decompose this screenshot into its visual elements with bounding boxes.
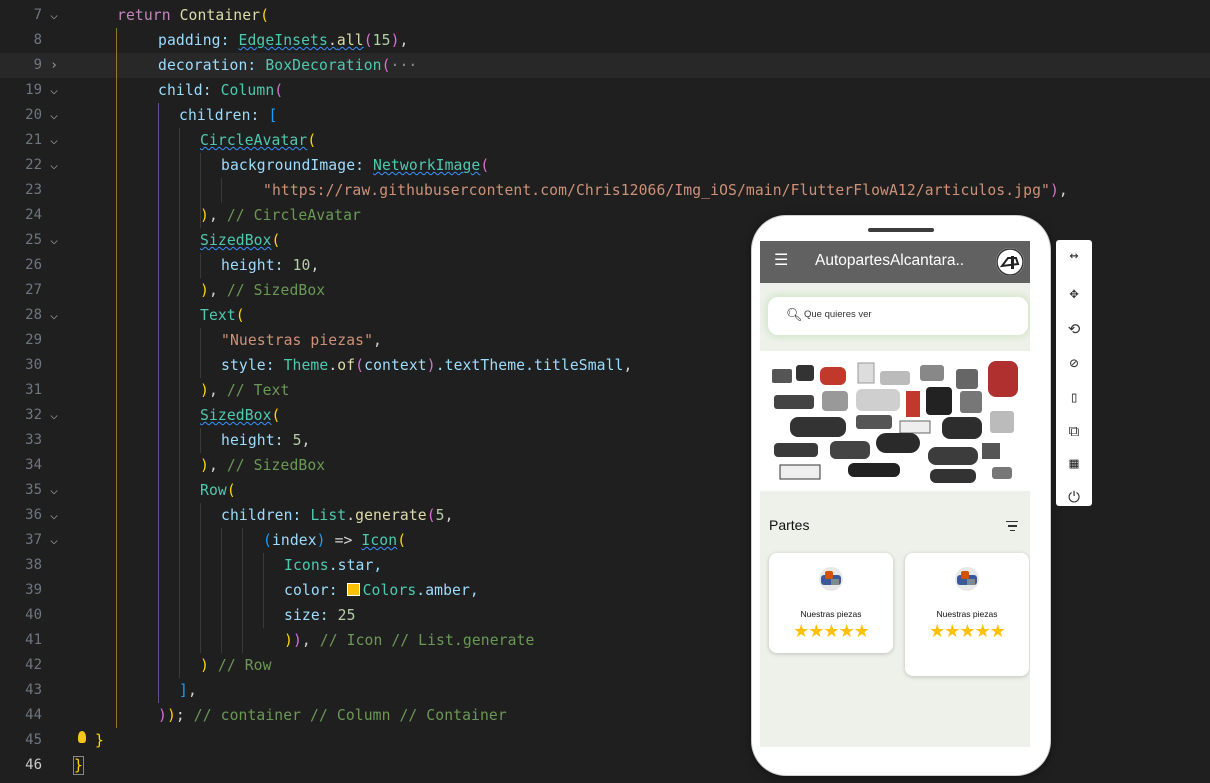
code-text: ) // Row xyxy=(200,657,272,674)
hamburger-menu-icon[interactable]: ☰ xyxy=(774,253,788,269)
rotate-icon[interactable]: ⟲ xyxy=(1056,320,1092,338)
code-text: Text( xyxy=(200,307,245,324)
code-text: child: Column( xyxy=(158,82,284,99)
code-line[interactable]: 8 padding: EdgeInsets.all(15), xyxy=(0,28,1210,53)
code-line[interactable]: 23 "https://raw.githubusercontent.com/Chr… xyxy=(0,178,1210,203)
star-rating: ★★★★★ xyxy=(929,621,1006,641)
code-text: return Container( xyxy=(117,7,270,24)
code-line[interactable]: 21 ⌵ CircleAvatar( xyxy=(0,128,1210,153)
code-text: (index) => Icon( xyxy=(263,532,407,549)
qr-code-icon[interactable]: ▦ xyxy=(1056,454,1092,472)
device-frame-icon[interactable]: ▯ xyxy=(1056,388,1092,406)
app-title: AutopartesAlcantara.. xyxy=(815,252,965,269)
code-text: ), // Text xyxy=(200,382,290,399)
app-bar: ☰ AutopartesAlcantara.. xyxy=(760,241,1030,283)
code-text: padding: EdgeInsets.all(15), xyxy=(158,32,409,49)
power-icon[interactable]: ⏻ xyxy=(1056,488,1092,506)
code-text: ), // CircleAvatar xyxy=(200,207,361,224)
code-text: Icons.star, xyxy=(284,557,383,574)
preview-toolbar: ↔ ✥ ⟲ ⊘ ▯ ⧉ ▦ ⏻ xyxy=(1056,240,1092,506)
code-text: )); // container // Column // Container xyxy=(158,707,507,724)
card-title: Nuestras piezas xyxy=(936,609,998,619)
code-line[interactable]: 7 ⌵ return Container( xyxy=(0,3,1210,28)
card-title: Nuestras piezas xyxy=(800,609,862,619)
code-text: SizedBox( xyxy=(200,407,281,424)
part-avatar xyxy=(819,567,843,591)
search-placeholder: Que quieres ver xyxy=(804,309,872,320)
code-text: style: Theme.of(context).textTheme.title… xyxy=(221,357,633,374)
code-text: height: 10, xyxy=(221,257,320,274)
code-text: children: List.generate(5, xyxy=(221,507,454,524)
lightbulb-icon[interactable] xyxy=(78,731,86,743)
code-text: CircleAvatar( xyxy=(200,132,317,149)
code-line[interactable]: 20 ⌵ children: [ xyxy=(0,103,1210,128)
search-icon: 🔍︎ xyxy=(786,307,803,322)
code-text: } xyxy=(73,756,84,775)
code-text: ], xyxy=(179,682,197,699)
code-text: ), // SizedBox xyxy=(200,282,326,299)
search-field[interactable]: 🔍︎ Que quieres ver xyxy=(768,297,1028,335)
code-text: children: [ xyxy=(179,107,278,124)
code-text: backgroundImage: NetworkImage( xyxy=(221,157,490,174)
code-text: Row( xyxy=(200,482,236,499)
parts-banner-image xyxy=(760,351,1030,491)
code-text: } xyxy=(95,732,104,749)
rotate-device-icon[interactable]: ⊘ xyxy=(1056,354,1092,372)
part-avatar xyxy=(955,567,979,591)
external-link-icon[interactable]: ⧉ xyxy=(1056,422,1092,440)
code-line[interactable]: 9 › decoration: BoxDecoration(··· xyxy=(0,53,1210,78)
code-text: height: 5, xyxy=(221,432,311,449)
code-text: decoration: BoxDecoration(··· xyxy=(158,57,418,74)
star-rating: ★★★★★ xyxy=(793,621,870,641)
product-card[interactable]: Nuestras piezas ★★★★★ xyxy=(769,553,893,653)
code-text: )), // Icon // List.generate xyxy=(284,632,535,649)
filter-icon[interactable] xyxy=(1006,517,1018,534)
code-text: "https://raw.githubusercontent.com/Chris… xyxy=(263,182,1068,199)
move-icon[interactable]: ✥ xyxy=(1056,284,1092,302)
code-line[interactable]: 22 ⌵ backgroundImage: NetworkImage( xyxy=(0,153,1210,178)
app-screen: ☰ AutopartesAlcantara.. 🔍︎ Que quieres v… xyxy=(760,241,1030,747)
code-text: color: Colors.amber, xyxy=(284,582,479,599)
app-logo xyxy=(996,248,1024,276)
code-text: SizedBox( xyxy=(200,232,281,249)
section-title: Partes xyxy=(769,517,810,533)
code-line[interactable]: 19 ⌵ child: Column( xyxy=(0,78,1210,103)
code-text: "Nuestras piezas", xyxy=(221,332,382,349)
code-text: size: 25 xyxy=(284,607,356,624)
product-card[interactable]: Nuestras piezas ★★★★★ xyxy=(905,553,1029,676)
phone-speaker xyxy=(868,228,934,232)
device-preview: ☰ AutopartesAlcantara.. 🔍︎ Que quieres v… xyxy=(752,216,1050,775)
code-text: ), // SizedBox xyxy=(200,457,326,474)
resize-arrows-icon[interactable]: ↔ xyxy=(1056,246,1092,264)
